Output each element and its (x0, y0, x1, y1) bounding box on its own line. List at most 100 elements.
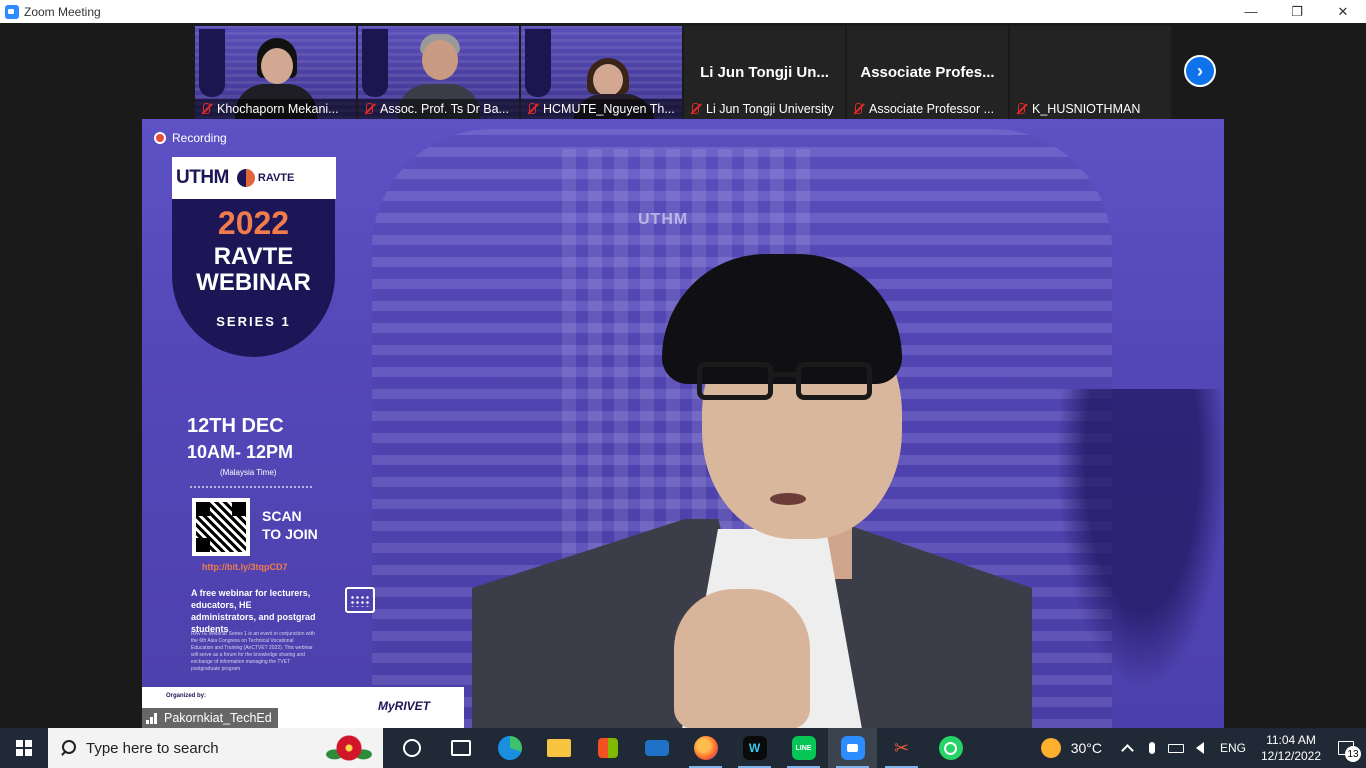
cortana-icon (402, 739, 421, 757)
connection-signal-icon (146, 712, 160, 724)
start-button[interactable] (0, 728, 48, 768)
poster-thumbnail (199, 29, 225, 97)
file-explorer-icon (546, 739, 571, 757)
firefox-button[interactable] (681, 728, 730, 768)
building-sign: UTHM (638, 211, 689, 228)
poster-divider (190, 486, 312, 488)
poster-title-line2: WEBINAR (196, 269, 311, 296)
recording-label: Recording (172, 131, 227, 145)
poinsettia-icon (325, 732, 373, 764)
windows-logo-icon (16, 740, 32, 756)
participant-tile[interactable]: Khochaporn Mekani... (195, 26, 356, 119)
poster-thumbnail (362, 29, 388, 97)
muted-mic-icon (199, 102, 213, 116)
muted-mic-icon (362, 102, 376, 116)
sun-icon (1040, 738, 1061, 758)
search-icon (60, 740, 76, 756)
window-title: Zoom Meeting (24, 4, 101, 19)
taskbar-search-box[interactable]: Type here to search (48, 728, 383, 768)
search-placeholder: Type here to search (86, 739, 219, 757)
action-center-button[interactable]: 13 (1326, 728, 1366, 768)
title-bar: Zoom Meeting — ❐ ✕ (0, 0, 1366, 23)
recording-icon (154, 132, 166, 144)
speaker-glasses (697, 362, 872, 404)
battery-icon (1167, 743, 1184, 753)
firefox-icon (693, 736, 718, 760)
webex-button[interactable]: W (730, 728, 779, 768)
participant-tile[interactable]: K_HUSNIOTHMAN (1010, 26, 1171, 119)
mail-button[interactable] (632, 728, 681, 768)
poster-thumbnail (525, 29, 551, 97)
recording-indicator[interactable]: Recording (154, 131, 227, 145)
background-palm-trees (1042, 389, 1224, 728)
whatsapp-icon (938, 736, 963, 760)
poster-description: A free webinar for lecturers, educators,… (191, 588, 316, 634)
taskbar-clock[interactable]: 11:04 AM 12/12/2022 (1256, 732, 1326, 764)
windows-taskbar: Type here to search W LINE ✂ 30°C ENG 11… (0, 728, 1366, 768)
meeting-area: Khochaporn Mekani... Assoc. Prof. Ts Dr … (0, 23, 1366, 728)
participant-name-label: K_HUSNIOTHMAN (1010, 99, 1171, 119)
task-view-button[interactable] (436, 728, 485, 768)
line-icon: LINE (791, 736, 816, 760)
poster-fine-print: RAVTE Webinar Series 1 is an event in co… (191, 631, 315, 672)
clock-date: 12/12/2022 (1260, 749, 1322, 763)
ravte-logo-icon (236, 169, 255, 187)
battery-tray-button[interactable] (1164, 728, 1188, 768)
ravte-logo-text: RAVTE (257, 172, 295, 184)
restore-button[interactable]: ❐ (1274, 0, 1320, 23)
minimize-button[interactable]: — (1228, 0, 1274, 23)
edge-icon (497, 736, 522, 760)
uthm-logo: UTHM (176, 167, 229, 188)
mail-icon (644, 740, 669, 756)
poster-title-line1: RAVTE (213, 243, 294, 270)
myrivet-logo: MyRIVET (378, 699, 431, 713)
zoom-button[interactable] (828, 728, 877, 768)
show-hidden-icons-button[interactable] (1116, 728, 1140, 768)
poster-time: 10AM- 12PM (187, 442, 294, 462)
file-explorer-button[interactable] (534, 728, 583, 768)
webex-icon: W (742, 736, 767, 760)
muted-mic-icon (525, 102, 539, 116)
volume-icon (1195, 742, 1204, 754)
cortana-button[interactable] (387, 728, 436, 768)
line-button[interactable]: LINE (779, 728, 828, 768)
next-page-button[interactable]: › (1184, 55, 1216, 87)
store-button[interactable] (583, 728, 632, 768)
whatsapp-button[interactable] (926, 728, 975, 768)
participant-name-label: HCMUTE_Nguyen Th... (521, 99, 682, 119)
participant-tile[interactable]: Li Jun Tongji Un... Li Jun Tongji Univer… (684, 26, 845, 119)
input-language[interactable]: ENG (1220, 741, 1246, 755)
close-button[interactable]: ✕ (1320, 0, 1366, 23)
microphone-tray-button[interactable] (1140, 728, 1164, 768)
microphone-icon (1148, 742, 1155, 754)
participant-tile[interactable]: Associate Profes... Associate Professor … (847, 26, 1008, 119)
clock-time: 11:04 AM (1266, 733, 1316, 747)
notification-count: 13 (1345, 746, 1361, 762)
poster-logo-bar: UTHM RAVTE (172, 157, 336, 199)
participant-display-name: Associate Profes... (860, 64, 995, 81)
calendar-icon (345, 587, 375, 613)
poster-organized-by: Organized by: (166, 693, 207, 699)
poster-series: SERIES 1 (216, 314, 291, 329)
taskbar-apps: W LINE ✂ (387, 728, 975, 768)
speaker-name-label: Pakornkiat_TechEd (142, 708, 278, 728)
speaker-mouth (770, 493, 806, 505)
muted-mic-icon (851, 102, 865, 116)
active-speaker-video[interactable]: UTHM UTHM RAVTE 2022 RAVTE WEBINAR SERIE… (142, 119, 1224, 728)
participant-tile[interactable]: Assoc. Prof. Ts Dr Ba... (358, 26, 519, 119)
participant-name-label: Associate Professor ... (847, 99, 1008, 119)
qr-code (192, 498, 250, 556)
volume-tray-button[interactable] (1188, 728, 1212, 768)
participant-tile[interactable]: HCMUTE_Nguyen Th... (521, 26, 682, 119)
poster-link: http://bit.ly/3tqpCD7 (202, 562, 288, 572)
snipping-tool-icon: ✂ (893, 737, 910, 758)
poster-date: 12TH DEC (187, 415, 284, 437)
muted-mic-icon (688, 102, 702, 116)
system-tray: 30°C ENG 11:04 AM 12/12/2022 13 (1040, 728, 1366, 768)
participant-face (261, 48, 293, 84)
participant-face (593, 64, 623, 96)
weather-widget[interactable]: 30°C (1040, 738, 1102, 758)
snipping-tool-button[interactable]: ✂ (877, 728, 926, 768)
participant-face (422, 40, 458, 80)
edge-button[interactable] (485, 728, 534, 768)
